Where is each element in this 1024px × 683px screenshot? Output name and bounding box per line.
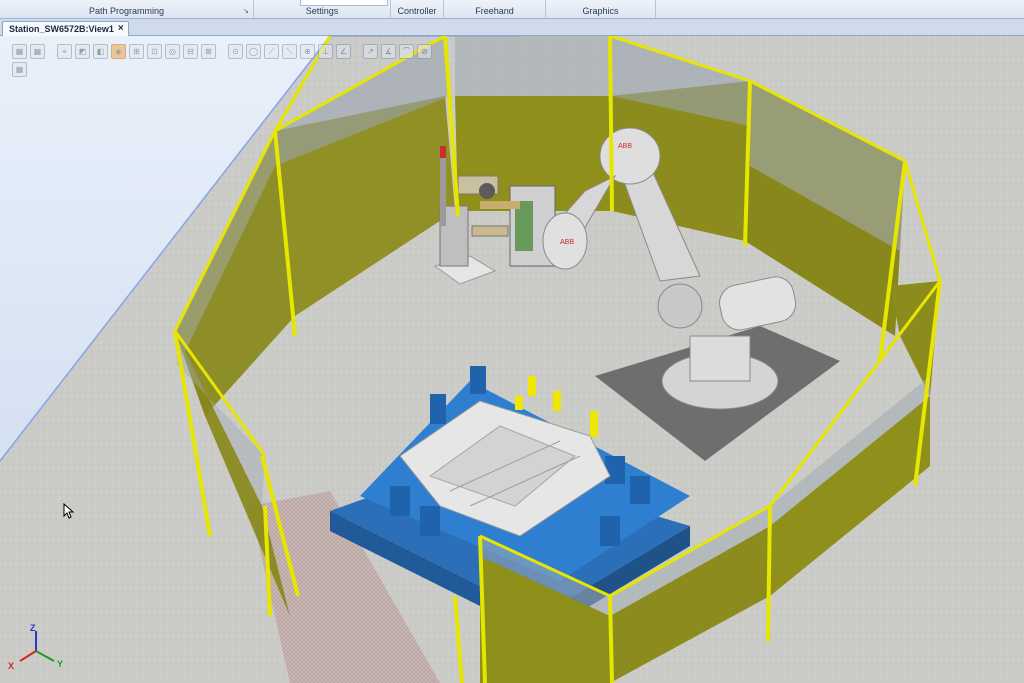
document-tabbar: Station_SW6572B:View1 × (0, 19, 1024, 36)
ribbon-group-settings[interactable]: Settings (254, 0, 391, 18)
x-axis (19, 650, 37, 662)
select-icon[interactable]: ⊡ (147, 44, 162, 59)
station-scene[interactable]: ABB ABB (0, 36, 1024, 683)
close-icon[interactable]: × (118, 22, 124, 36)
ribbon-group-path-programming[interactable]: Path Programming ↘ (0, 0, 254, 18)
select-icon[interactable]: ⊞ (129, 44, 144, 59)
3d-viewport[interactable]: ABB ABB ▦ ▦ ⌖ ◩ ◧ ◈ ⊞ ⊡ ◎ ⊟ ⊠ ⊙ ◯ ⟋ ⟍ ⊕ … (0, 36, 1024, 683)
ribbon-group-graphics[interactable]: Graphics (546, 0, 656, 18)
mouse-cursor-icon (63, 503, 75, 519)
snap-icon[interactable]: ⊥ (318, 44, 333, 59)
select-icon[interactable]: ◧ (93, 44, 108, 59)
y-axis (35, 650, 55, 662)
ribbon-group-freehand[interactable]: Freehand (444, 0, 546, 18)
view-icon[interactable]: ▦ (12, 44, 27, 59)
measure-icon[interactable]: ⊘ (417, 44, 432, 59)
y-axis-label: Y (57, 659, 63, 669)
measure-icon[interactable]: ∡ (381, 44, 396, 59)
select-icon[interactable]: ◎ (165, 44, 180, 59)
snap-icon[interactable]: ∠ (336, 44, 351, 59)
measure-icon[interactable]: ⌒ (399, 44, 414, 59)
axis-triad: Z X Y (8, 623, 63, 671)
select-icon[interactable]: ◩ (75, 44, 90, 59)
ribbon-group-label: Settings (305, 6, 339, 16)
robot-brand-mark: ABB (618, 143, 632, 150)
select-icon[interactable]: ⌖ (57, 44, 72, 59)
snap-icon[interactable]: ⟍ (282, 44, 297, 59)
ribbon-group-label: Graphics (582, 6, 619, 16)
ribbon-group-controller[interactable]: Controller (391, 0, 444, 18)
tab-title: Station_SW6572B:View1 (9, 24, 114, 34)
x-axis-label: X (8, 661, 14, 671)
select-icon[interactable]: ⊟ (183, 44, 198, 59)
dialog-launcher-icon[interactable]: ↘ (243, 8, 250, 15)
snap-icon[interactable]: ⊕ (300, 44, 315, 59)
view-icon[interactable]: ▦ (30, 44, 45, 59)
robot-brand-mark: ABB (560, 239, 574, 246)
ribbon-group-label: Controller (397, 6, 437, 16)
snap-icon[interactable]: ◯ (246, 44, 261, 59)
ribbon-group-label: Path Programming (88, 6, 165, 16)
measure-icon[interactable]: ↗ (363, 44, 378, 59)
viewport-toolbar: ▦ ▦ ⌖ ◩ ◧ ◈ ⊞ ⊡ ◎ ⊟ ⊠ ⊙ ◯ ⟋ ⟍ ⊕ ⊥ ∠ ↗ ∡ … (12, 44, 432, 59)
snap-icon[interactable]: ⟋ (264, 44, 279, 59)
ribbon-group-label: Freehand (475, 6, 514, 16)
snap-icon[interactable]: ⊙ (228, 44, 243, 59)
select-icon[interactable]: ◈ (111, 44, 126, 59)
z-axis-label: Z (30, 623, 36, 633)
view-icon[interactable]: ▦ (12, 62, 27, 77)
viewport-toolbar-row2: ▦ (12, 62, 27, 77)
select-icon[interactable]: ⊠ (201, 44, 216, 59)
ribbon: Path Programming ↘ Settings Controller F… (0, 0, 1024, 19)
tab-station-view[interactable]: Station_SW6572B:View1 × (2, 21, 129, 36)
